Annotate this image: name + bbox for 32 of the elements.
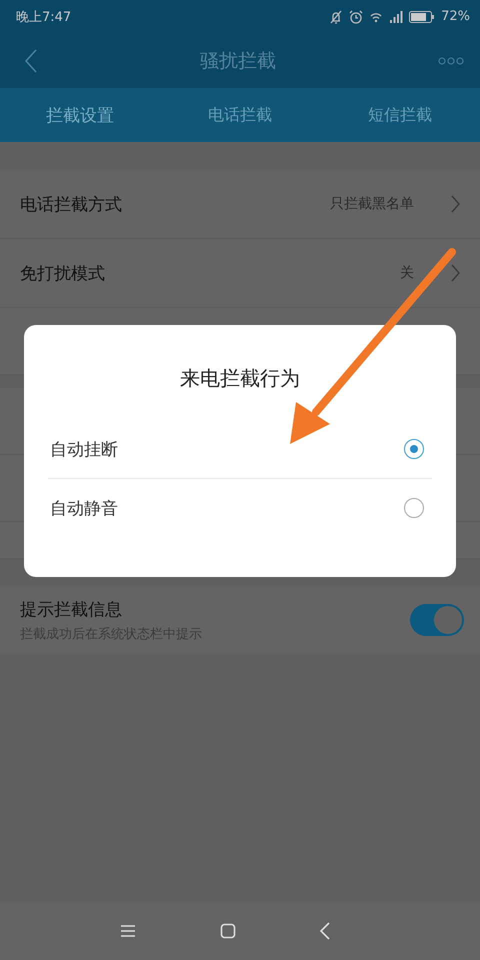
menu-icon[interactable] [120,924,136,938]
radio-button[interactable] [404,498,424,518]
signal-icon [389,10,404,22]
row-label: 提示拦截信息 [20,598,123,620]
settings-row[interactable]: 免打扰模式 关 [0,239,480,308]
battery-percent: 72% [441,9,470,24]
row-label: 免打扰模式 [20,262,106,284]
settings-row[interactable]: 电话拦截方式 只拦截黑名单 [0,170,480,239]
wifi-icon [369,10,384,22]
option-label: 自动静音 [49,498,118,520]
status-time: 晚上7:47 [16,8,72,26]
more-icon[interactable] [438,56,464,64]
row-label: 电话拦截方式 [20,194,123,216]
home-icon[interactable] [220,923,236,939]
tab[interactable]: 拦截设置 [0,88,160,142]
dialog-option[interactable]: 自动静音 [48,478,432,537]
back-icon[interactable] [24,48,38,74]
row-value: 只拦截黑名单 [330,195,414,213]
toggle-switch[interactable] [410,604,464,636]
alarm-icon [349,10,364,24]
battery-icon [409,10,436,22]
tab[interactable]: 电话拦截 [160,88,320,142]
chevron-icon [450,195,460,213]
bell-off-icon [329,10,344,24]
radio-button[interactable] [404,439,424,459]
tab[interactable]: 短信拦截 [320,88,480,142]
screen-title: 骚扰拦截 [200,48,276,74]
dialog-title: 来电拦截行为 [179,365,301,392]
option-label: 自动挂断 [49,438,118,460]
chevron-icon [450,264,460,282]
dialog-option[interactable]: 自动挂断 [48,420,432,478]
row-value: 关 [400,264,414,282]
